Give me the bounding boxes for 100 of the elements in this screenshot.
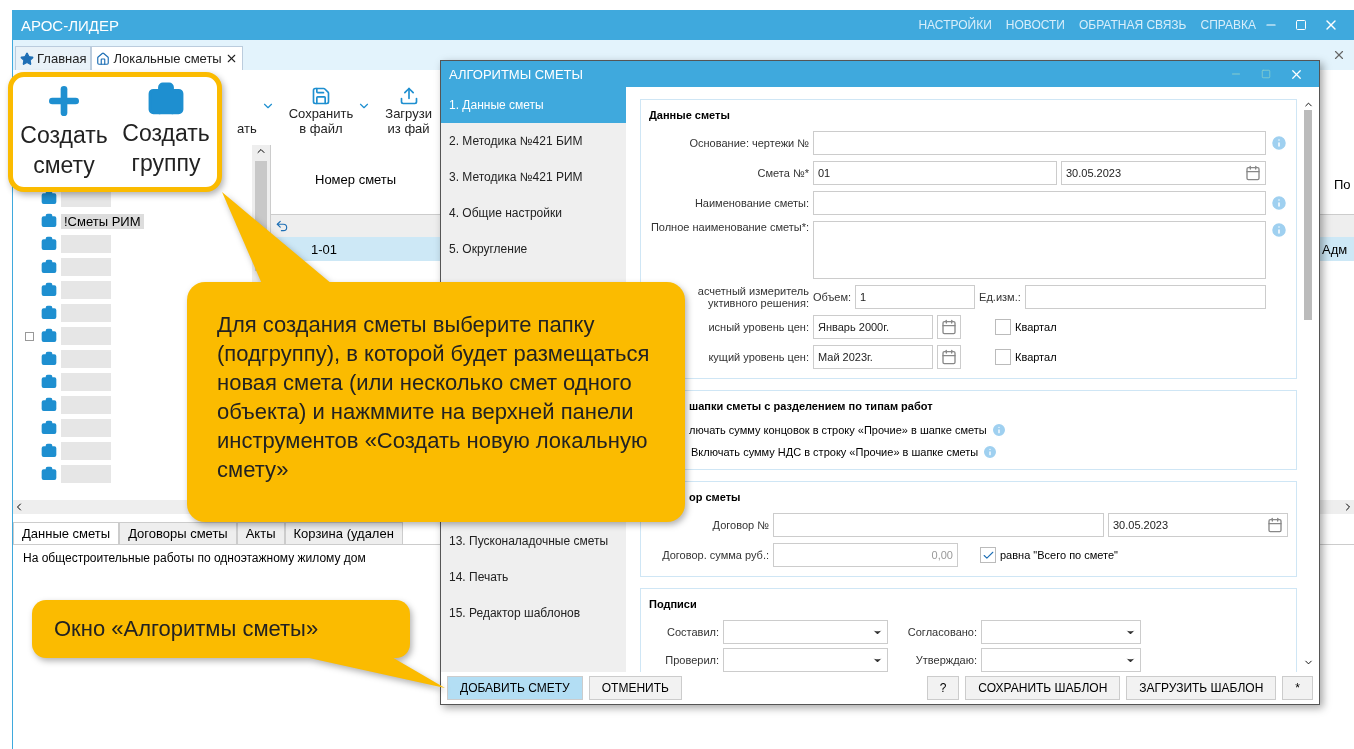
toolbar-button[interactable]: ать <box>237 76 257 136</box>
menu-item[interactable]: 2. Методика №421 БИМ <box>441 123 626 159</box>
field-label: Смета №* <box>756 167 809 179</box>
dialog-button[interactable]: СОХРАНИТЬ ШАБЛОН <box>965 676 1121 700</box>
tab[interactable]: Локальные сметы <box>91 46 243 70</box>
field-label: кущий уровень цен: <box>707 351 809 363</box>
menu-item[interactable]: 14. Печать <box>441 559 626 595</box>
dialog-button[interactable]: ДОБАВИТЬ СМЕТУ <box>447 676 583 700</box>
callout-text: Для создания сметы выберите папку (подгруппу), в которой будет размещаться новая смета (или несколько смет одного объекта) и нажммите на верхней панели инструментов «Создать новую локальную смету» <box>217 311 651 485</box>
tab[interactable]: Корзина (удален <box>284 522 403 544</box>
input-field[interactable]: Январь 2000г. <box>813 315 933 339</box>
folder-icon <box>41 443 57 459</box>
dialog-title: АЛГОРИТМЫ СМЕТЫ <box>449 66 584 82</box>
folder-icon <box>41 351 57 367</box>
column-header[interactable]: Номер сметы <box>315 172 397 187</box>
checkbox[interactable] <box>995 319 1011 335</box>
info-icon[interactable] <box>1270 221 1288 239</box>
field-label: уктивного решения: <box>708 297 809 309</box>
toolbar-button[interactable]: Сохранить в файл <box>288 76 354 136</box>
folder-icon <box>41 236 57 252</box>
folder-icon <box>41 328 57 344</box>
checkbox[interactable] <box>980 547 996 563</box>
callout-text: Окно «Алгоритмы сметы» <box>54 615 320 643</box>
dropdown-field[interactable] <box>981 648 1141 672</box>
input-field[interactable] <box>773 513 1104 537</box>
dialog-button[interactable]: * <box>1282 676 1313 700</box>
info-icon[interactable] <box>1270 134 1288 152</box>
info-icon[interactable] <box>990 422 1007 438</box>
menu-item[interactable]: 3. Методика №421 РИМ <box>441 159 626 195</box>
tab[interactable]: Данные сметы <box>13 522 120 544</box>
input-field[interactable] <box>813 221 1266 279</box>
dropdown-field[interactable] <box>981 620 1141 644</box>
date-field[interactable]: 30.05.2023 <box>1108 513 1288 537</box>
info-icon[interactable] <box>1270 194 1288 212</box>
field-label: Основание: чертежи № <box>688 137 809 149</box>
description-text: На общестроительные работы по одноэтажному жилому дом <box>23 551 366 565</box>
folder-icon <box>41 397 57 413</box>
field-label: Полное наименование сметы*: <box>649 221 809 233</box>
option-text: Включать сумму НДС в строку «Прочие» в шапке сметы <box>691 446 979 458</box>
info-icon[interactable] <box>982 444 999 460</box>
section-title: Данные сметы <box>649 109 731 121</box>
input-field[interactable] <box>813 131 1266 155</box>
scrollbar-thumb[interactable] <box>1304 110 1312 320</box>
menu-item[interactable]: 13. Пусконаладочные сметы <box>441 523 626 559</box>
checkbox-label: Квартал <box>1015 321 1057 333</box>
input-field[interactable]: Май 2023г. <box>813 345 933 369</box>
section-title: ор сметы <box>688 491 742 503</box>
input-field[interactable]: 1 <box>855 285 976 309</box>
folder-icon <box>41 466 57 482</box>
tab[interactable]: Главная <box>15 46 92 70</box>
dropdown-field[interactable] <box>723 648 888 672</box>
date-field[interactable]: 30.05.2023 <box>1061 161 1266 185</box>
folder-icon <box>41 259 57 275</box>
folder-icon <box>41 420 57 436</box>
app-title: АРОС-ЛИДЕР <box>21 16 120 34</box>
menu-item[interactable]: 15. Редактор шаблонов <box>441 595 626 631</box>
dropdown-field[interactable] <box>723 620 888 644</box>
toolbar-button[interactable]: Создать группу <box>122 81 210 179</box>
star-icon <box>20 51 34 66</box>
toolbar-button[interactable]: Загрузи из фай <box>385 76 432 136</box>
tree-item[interactable]: !Сметы РИМ <box>61 213 144 229</box>
checkbox[interactable] <box>995 349 1011 365</box>
input-field[interactable]: 01 <box>813 161 1057 185</box>
folder-icon <box>41 374 57 390</box>
field-label: Договор. сумма руб.: <box>661 549 769 561</box>
folder-icon <box>41 282 57 298</box>
field-label: исный уровень цен: <box>707 321 809 333</box>
field-label: Ед.изм.: <box>979 291 1021 303</box>
expand-toggle[interactable] <box>25 331 34 341</box>
field-label: Наименование сметы: <box>693 197 809 209</box>
section-title: шапки сметы с разделением по типам работ <box>688 400 934 412</box>
calendar-icon[interactable] <box>1267 517 1283 533</box>
undo-icon[interactable] <box>275 219 289 233</box>
column-header[interactable]: По <box>1334 177 1351 192</box>
field-label: асчетный измеритель <box>697 285 809 297</box>
calendar-icon[interactable] <box>1245 165 1261 181</box>
option-text: лючать сумму концовок в строку «Прочие» в шапке сметы <box>689 424 987 436</box>
field-label: Согласовано: <box>906 626 977 638</box>
upload-icon <box>398 86 419 106</box>
folder-icon <box>41 213 57 229</box>
field-label: Договор № <box>711 519 769 531</box>
folder-icon <box>41 305 57 321</box>
dialog-button[interactable]: ЗАГРУЗИТЬ ШАБЛОН <box>1126 676 1277 700</box>
checkbox-label: равна "Всего по смете" <box>1000 549 1118 561</box>
field-label: Составил: <box>665 626 719 638</box>
maximize-icon <box>1261 69 1271 79</box>
input-field[interactable] <box>1024 285 1266 309</box>
tab[interactable]: Акты <box>236 522 285 544</box>
save-icon <box>310 86 331 106</box>
dialog-button[interactable]: ОТМЕНИТЬ <box>588 676 682 700</box>
menu-item[interactable]: 4. Общие настройки <box>441 195 626 231</box>
home-icon <box>96 51 111 66</box>
input-field[interactable] <box>813 191 1266 215</box>
tab[interactable]: Договоры сметы <box>119 522 237 544</box>
checkbox-label: Квартал <box>1015 351 1057 363</box>
field-label: Объем: <box>813 291 852 303</box>
dialog-button[interactable]: ? <box>926 676 960 700</box>
menu-item[interactable]: 5. Округление <box>441 231 626 267</box>
toolbar-button[interactable]: Создать смету <box>20 81 108 181</box>
section-title: Подписи <box>649 598 698 610</box>
